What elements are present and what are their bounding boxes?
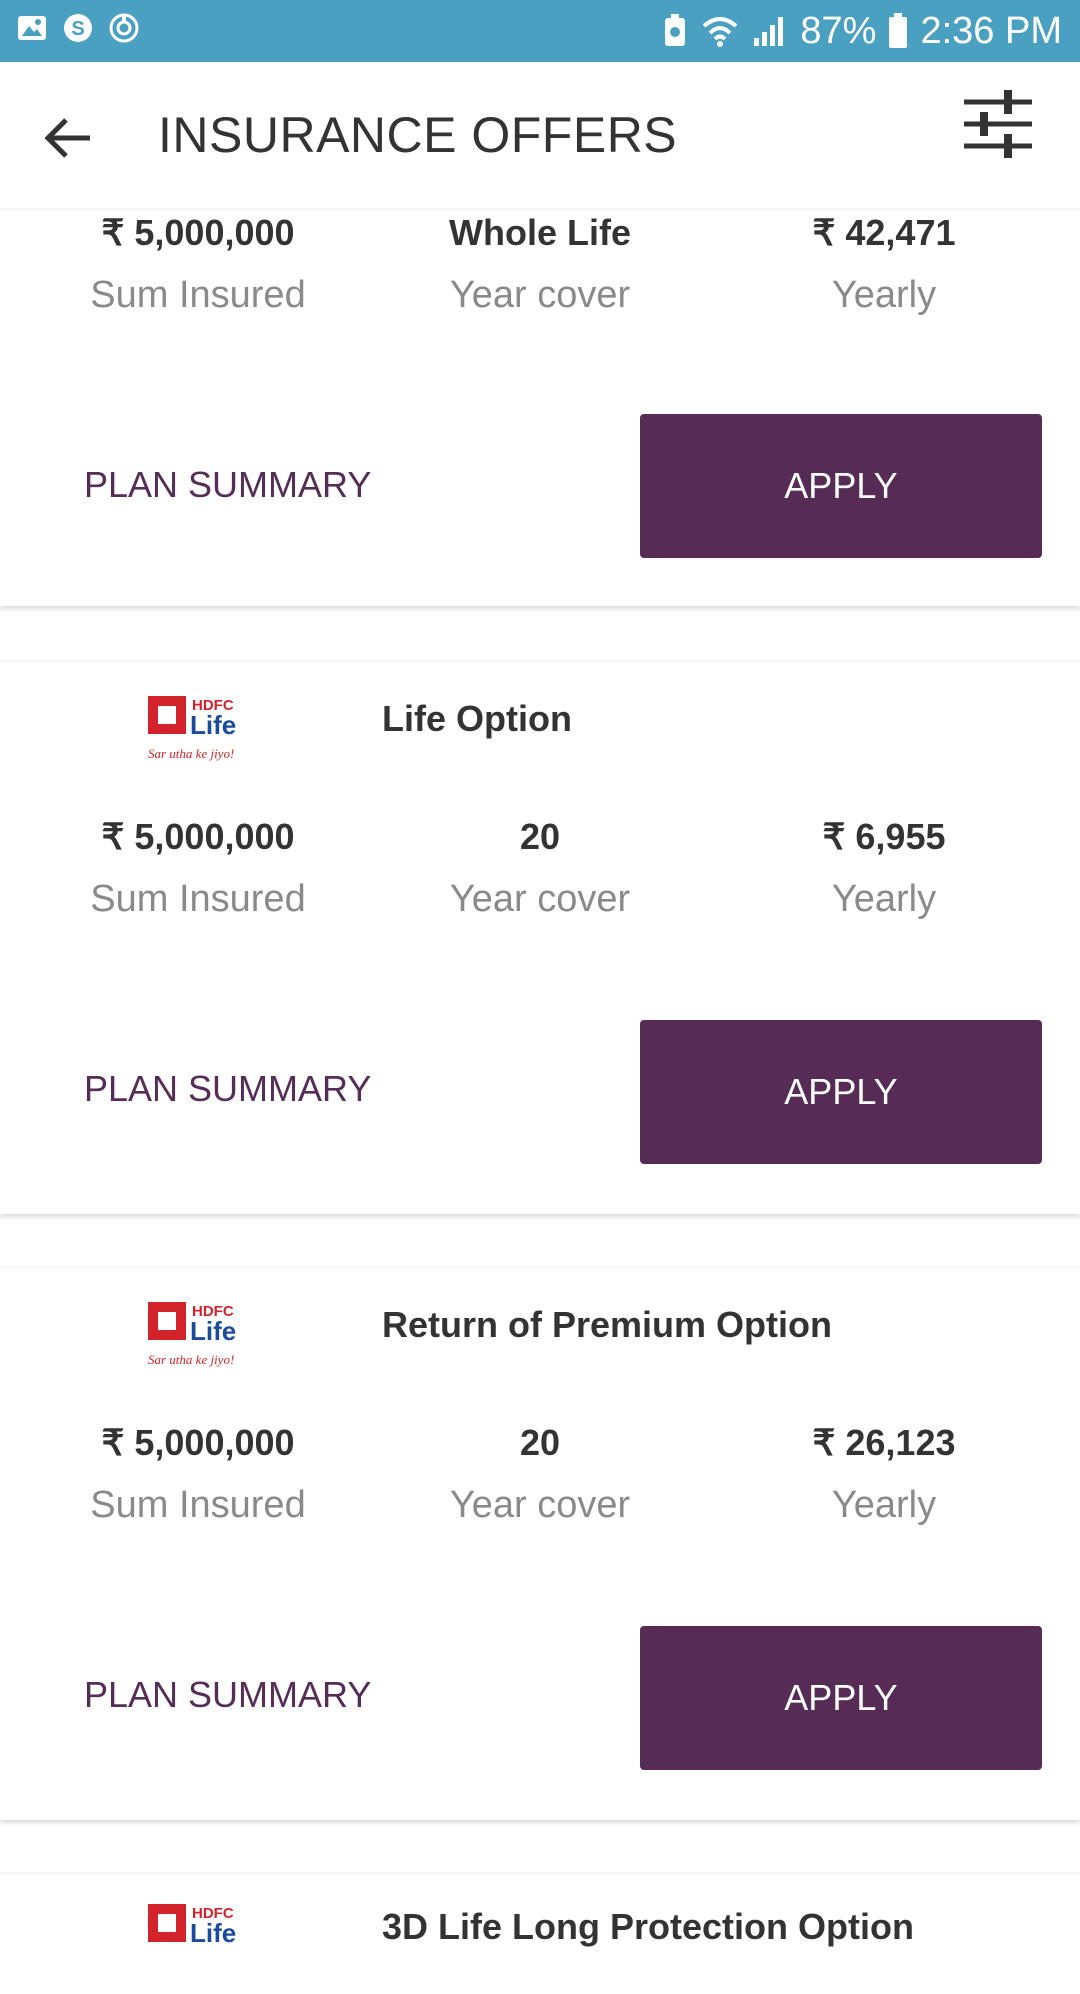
svg-text:Life: Life bbox=[190, 1316, 236, 1346]
sum-insured-value: ₹ 5,000,000 bbox=[101, 212, 295, 253]
year-cover-stat: Whole Life Year cover bbox=[360, 210, 720, 317]
clock: 2:36 PM bbox=[920, 10, 1062, 52]
gallery-icon bbox=[18, 16, 46, 40]
offer-card: HDFC Life Sar utha ke jiyo! Return of Pr… bbox=[0, 1268, 1080, 1820]
apply-button[interactable]: APPLY bbox=[640, 1020, 1042, 1164]
arrow-left-icon[interactable] bbox=[40, 110, 96, 166]
offer-card: HDFC Life 3D Life Long Protection Option bbox=[0, 1874, 1080, 1994]
premium-label: Yearly bbox=[831, 274, 937, 316]
year-cover-label: Year cover bbox=[449, 878, 631, 920]
sum-insured-label: Sum Insured bbox=[90, 1484, 306, 1526]
plan-name: Return of Premium Option bbox=[382, 1304, 832, 1345]
plan-summary-button[interactable]: PLAN SUMMARY bbox=[84, 1674, 371, 1716]
svg-text:Life: Life bbox=[190, 710, 236, 740]
premium-stat: ₹ 42,471 Yearly bbox=[704, 210, 1064, 317]
svg-text:Sar utha ke jiyo!: Sar utha ke jiyo! bbox=[148, 746, 234, 761]
battery-icon bbox=[889, 13, 908, 48]
premium-value: ₹ 26,123 bbox=[812, 1422, 956, 1463]
year-cover-value: Whole Life bbox=[449, 212, 631, 253]
sum-insured-value: ₹ 5,000,000 bbox=[101, 816, 295, 857]
offer-card: HDFC Life Sar utha ke jiyo! Life Option … bbox=[0, 662, 1080, 1214]
svg-text:Sar utha ke jiyo!: Sar utha ke jiyo! bbox=[148, 1352, 234, 1367]
year-cover-label: Year cover bbox=[449, 1484, 631, 1526]
sum-insured-label: Sum Insured bbox=[90, 878, 306, 920]
premium-label: Yearly bbox=[831, 1484, 937, 1526]
apply-button[interactable]: APPLY bbox=[640, 1626, 1042, 1770]
plan-name: Life Option bbox=[382, 698, 572, 739]
signal-icon bbox=[754, 17, 784, 46]
year-cover-stat: 20 Year cover bbox=[360, 814, 720, 921]
skype-icon: S bbox=[64, 14, 92, 42]
sum-insured-stat: ₹ 5,000,000 Sum Insured bbox=[18, 814, 378, 921]
sum-insured-label: Sum Insured bbox=[90, 274, 306, 316]
app-bar: INSURANCE OFFERS bbox=[0, 62, 1080, 210]
sum-insured-stat: ₹ 5,000,000 Sum Insured bbox=[18, 210, 378, 317]
svg-text:S: S bbox=[71, 18, 84, 40]
apply-button[interactable]: APPLY bbox=[640, 414, 1042, 558]
battery-percent: 87% bbox=[800, 10, 877, 52]
sum-insured-value: ₹ 5,000,000 bbox=[101, 1422, 295, 1463]
year-cover-value: 20 bbox=[519, 816, 561, 857]
premium-value: ₹ 42,471 bbox=[812, 212, 956, 253]
hdfc-life-logo: HDFC Life bbox=[148, 1904, 236, 1948]
svg-text:Life: Life bbox=[190, 1918, 236, 1948]
sum-insured-stat: ₹ 5,000,000 Sum Insured bbox=[18, 1420, 378, 1527]
year-cover-label: Year cover bbox=[449, 274, 631, 316]
hdfc-life-logo: HDFC Life Sar utha ke jiyo! bbox=[148, 1302, 236, 1367]
status-bar: S 87% 2:36 PM bbox=[0, 0, 1080, 62]
premium-label: Yearly bbox=[831, 878, 937, 920]
offer-card: ₹ 5,000,000 Sum Insured Whole Life Year … bbox=[0, 210, 1080, 606]
sync-icon bbox=[109, 13, 139, 43]
year-cover-value: 20 bbox=[519, 1422, 561, 1463]
sliders-icon[interactable] bbox=[960, 86, 1036, 162]
premium-value: ₹ 6,955 bbox=[822, 816, 946, 857]
year-cover-stat: 20 Year cover bbox=[360, 1420, 720, 1527]
plan-summary-button[interactable]: PLAN SUMMARY bbox=[84, 1068, 371, 1110]
page-title: INSURANCE OFFERS bbox=[158, 107, 678, 163]
premium-stat: ₹ 6,955 Yearly bbox=[704, 814, 1064, 921]
premium-stat: ₹ 26,123 Yearly bbox=[704, 1420, 1064, 1527]
wifi-icon bbox=[703, 17, 738, 47]
battery-saver-icon bbox=[665, 14, 686, 46]
plan-summary-button[interactable]: PLAN SUMMARY bbox=[84, 464, 371, 506]
hdfc-life-logo: HDFC Life Sar utha ke jiyo! bbox=[148, 696, 236, 761]
plan-name: 3D Life Long Protection Option bbox=[382, 1906, 914, 1947]
